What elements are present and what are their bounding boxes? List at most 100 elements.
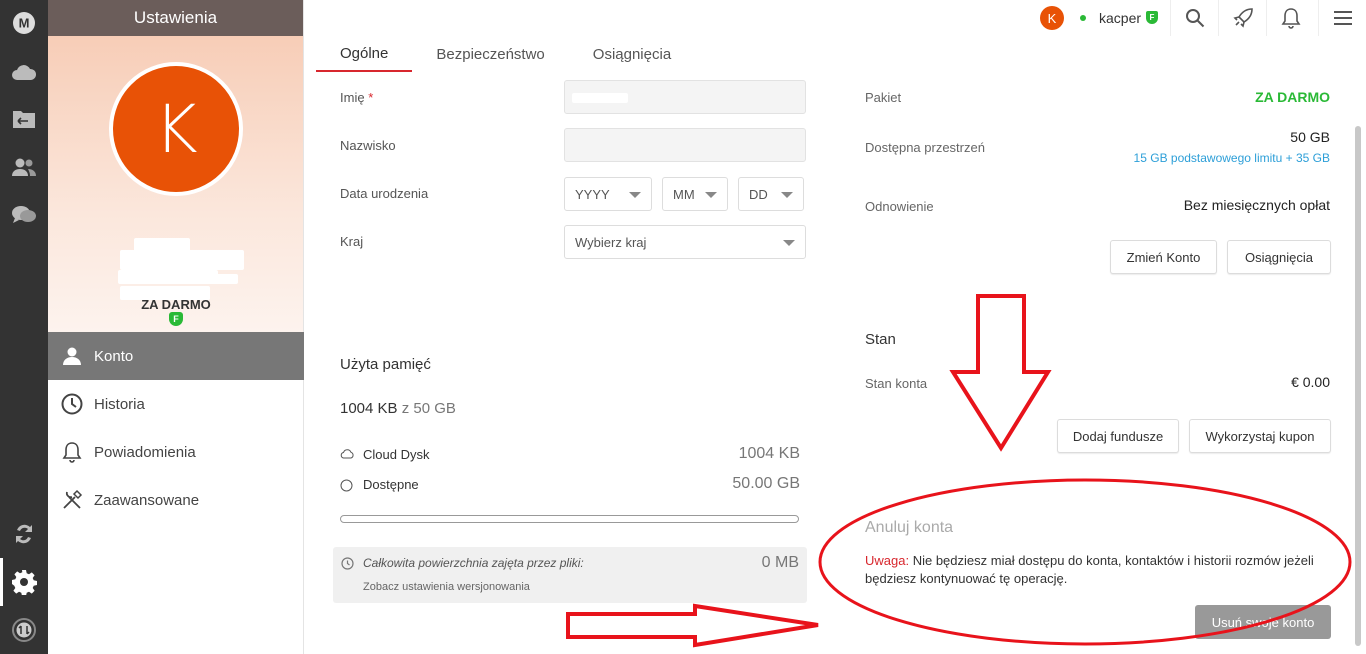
profile-avatar[interactable]: K [109,62,243,196]
tab-osiagniecia[interactable]: Osiągnięcia [569,36,695,72]
chevron-down-icon [705,192,717,198]
settings-tabs: Ogólne Bezpieczeństwo Osiągnięcia [316,36,695,72]
storage-row-value: 50.00 GB [732,475,800,492]
chevron-down-icon [783,240,795,246]
space-value: 50 GB [1290,129,1330,145]
storage-row-value: 1004 KB [738,445,800,462]
username[interactable]: kacper [1099,10,1141,26]
renewal-label: Odnowienie [865,199,934,214]
contacts-icon[interactable] [0,147,48,187]
search-button[interactable] [1170,0,1218,36]
app-window: M Ustawienia K F ZA DARMO Konto Historia… [0,0,1366,654]
add-funds-button[interactable]: Dodaj fundusze [1057,419,1179,453]
achievements-button[interactable]: Osiągnięcia [1227,240,1331,274]
space-detail: 15 GB podstawowego limitu + 35 GB [1133,151,1330,165]
birth-month-select[interactable]: MM [662,177,728,211]
circle-icon [340,479,353,492]
storage-row-label: Dostępne [363,477,419,492]
hamburger-icon [1333,11,1352,25]
space-label: Dostępna przestrzeń [865,140,985,155]
chat-icon[interactable] [0,195,48,235]
chevron-down-icon [629,192,641,198]
bell-icon [60,440,84,464]
user-avatar[interactable]: K [1040,6,1064,30]
versioning-settings-link[interactable]: Zobacz ustawienia wersjonowania [363,581,530,593]
main-menu-button[interactable] [1318,0,1366,36]
transfers-icon[interactable] [0,514,48,554]
balance-label: Stan konta [865,376,928,391]
icon-rail: M [0,0,48,654]
cloud-icon [340,449,354,459]
last-name-label: Nazwisko [340,138,396,153]
menu-item-konto[interactable]: Konto [48,332,304,380]
menu-item-label: Konto [94,347,134,365]
profile-card: K F [48,36,303,332]
svg-text:M: M [19,16,30,31]
rocket-icon [1232,8,1253,28]
online-status-icon [1080,15,1086,21]
storage-row-available: Dostępne 50.00 GB [340,475,800,497]
tab-bezpieczenstwo[interactable]: Bezpieczeństwo [412,36,568,72]
warning-prefix: Uwaga: [865,553,910,568]
storage-progress-bar [340,515,799,523]
chevron-down-icon [781,192,793,198]
country-label: Kraj [340,234,364,249]
balance-value: € 0.00 [1291,374,1330,390]
annotation-down-arrow [949,294,1052,452]
menu-item-label: Powiadomienia [94,443,196,461]
birth-year-value: YYYY [575,186,610,202]
total-files-value: 0 MB [761,554,799,571]
birthdate-label: Data urodzenia [340,186,429,201]
country-value: Wybierz kraj [575,234,647,250]
cancel-warning: Uwaga: Nie będziesz miał dostępu do kont… [865,552,1335,588]
settings-gear-icon[interactable] [0,562,48,602]
birth-month-value: MM [673,186,695,202]
avatar-letter: K [154,90,198,168]
plan-label: ZA DARMO [141,297,211,312]
menu-item-zaawansowane[interactable]: Zaawansowane [48,476,304,524]
redacted-email [198,274,238,284]
free-plan-badge-icon: F [169,312,183,326]
tools-icon [60,488,84,512]
clock-icon [60,392,84,416]
user-icon [60,344,84,368]
birth-day-value: DD [749,186,768,202]
package-value: ZA DARMO [1255,89,1330,105]
tab-ogolne[interactable]: Ogólne [316,36,413,72]
status-title: Stan [865,331,896,348]
birth-year-select[interactable]: YYYY [564,177,652,211]
storage-row-cloud: Cloud Dysk 1004 KB [340,445,800,467]
scrollbar[interactable] [1355,126,1361,646]
total-files-label: Całkowita powierzchnia zajęta przez plik… [363,556,584,570]
free-plan-badge-icon: F [1146,11,1158,24]
shared-folder-icon[interactable] [0,99,48,139]
bell-icon [1281,8,1300,29]
renewal-value: Bez miesięcznych opłat [1183,197,1330,213]
notifications-button[interactable] [1266,0,1314,36]
cancel-account-title: Anuluj konta [865,519,954,536]
settings-title: Ustawienia [48,0,303,36]
total-files-box: Całkowita powierzchnia zajęta przez plik… [333,547,807,603]
change-account-button[interactable]: Zmień Konto [1110,240,1217,274]
achievements-rocket-button[interactable] [1218,0,1266,36]
package-label: Pakiet [865,90,902,105]
redacted-first-name [572,93,628,103]
cloud-drive-icon[interactable] [0,52,48,92]
annotation-right-arrow [566,603,819,648]
birth-day-select[interactable]: DD [738,177,804,211]
country-select[interactable]: Wybierz kraj [564,225,806,259]
mega-logo-icon[interactable]: M [0,3,48,43]
warning-text: Nie będziesz miał dostępu do konta, kont… [865,553,1314,586]
delete-account-button[interactable]: Usuń swoje konto [1195,605,1331,639]
menu-item-historia[interactable]: Historia [48,380,304,428]
redacted-name [120,250,244,270]
menu-item-label: Zaawansowane [94,491,200,509]
redeem-voucher-button[interactable]: Wykorzystaj kupon [1189,419,1331,453]
top-bar: K kacper F [304,0,1366,36]
clock-icon [341,557,354,570]
menu-item-powiadomienia[interactable]: Powiadomienia [48,428,304,476]
first-name-label: Imię * [340,90,374,105]
search-icon [1185,9,1204,28]
sync-status-icon[interactable] [0,610,48,650]
last-name-field[interactable] [564,128,806,162]
